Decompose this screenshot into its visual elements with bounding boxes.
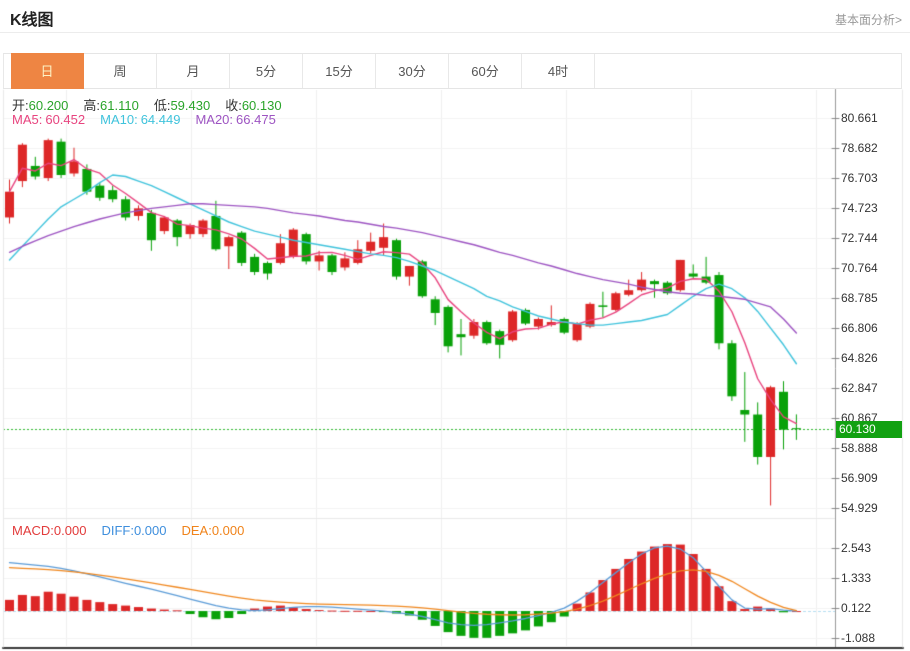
legend-item: DIFF:0.000 [101,523,166,538]
period-tabbar: 日周月5分15分30分60分4时 [3,53,902,89]
legend-value: 0.000 [134,523,167,538]
axis-tick-label: 58.888 [841,441,878,455]
legend-item: DEA:0.000 [181,523,244,538]
axis-tick-label: 68.785 [841,291,878,305]
tab-15分[interactable]: 15分 [303,54,376,88]
macd-legend: MACD:0.000DIFF:0.000DEA:0.000 [12,523,259,538]
ma-legend: MA5:60.452 MA10:64.449 MA20:66.475 [12,112,291,127]
legend-item: MA10:64.449 [100,112,180,127]
axis-tick-label: 74.723 [841,201,878,215]
axis-tick-label: 56.909 [841,471,878,485]
legend-label: DEA: [181,523,211,538]
legend-value: 60.452 [45,112,85,127]
axis-tick-label: 62.847 [841,381,878,395]
axis-tick-label: 72.744 [841,231,878,245]
axis-tick-label: 70.764 [841,261,878,275]
legend-value: 66.475 [236,112,276,127]
legend-label: MA20: [195,112,233,127]
tab-周[interactable]: 周 [84,54,157,88]
legend-value: 64.449 [141,112,181,127]
legend-value: 60.200 [29,98,69,113]
axis-tick-label: 1.333 [841,571,871,585]
tab-30分[interactable]: 30分 [376,54,449,88]
legend-label: MA10: [100,112,138,127]
axis-tick-label: 0.122 [841,601,871,615]
tab-5分[interactable]: 5分 [230,54,303,88]
tab-4时[interactable]: 4时 [522,54,595,88]
legend-value: 61.110 [100,98,139,113]
tab-日[interactable]: 日 [11,53,84,89]
legend-label: MACD: [12,523,54,538]
legend-item: MA5:60.452 [12,112,85,127]
kline-widget: K线图 基本面分析> 日周月5分15分30分60分4时 开:60.200高:61… [0,0,910,651]
tab-60分[interactable]: 60分 [449,54,522,88]
legend-value: 59.430 [170,98,210,113]
legend-label: DIFF: [101,523,134,538]
legend-item: MACD:0.000 [12,523,86,538]
axis-tick-label: 54.929 [841,501,878,515]
axis-tick-label: 64.826 [841,351,878,365]
current-price-badge: 60.130 [836,421,902,438]
legend-value: 0.000 [54,523,87,538]
legend-value: 0.000 [212,523,245,538]
legend-value: 60.130 [242,98,282,113]
legend-label: MA5: [12,112,42,127]
axis-tick-label: 2.543 [841,541,871,555]
tab-月[interactable]: 月 [157,54,230,88]
axis-tick-label: 76.703 [841,171,878,185]
axis-tick-label: 80.661 [841,111,878,125]
axis-tick-label: 78.682 [841,141,878,155]
legend-item: MA20:66.475 [195,112,275,127]
axis-tick-label: -1.088 [841,631,875,645]
axis-tick-label: 66.806 [841,321,878,335]
